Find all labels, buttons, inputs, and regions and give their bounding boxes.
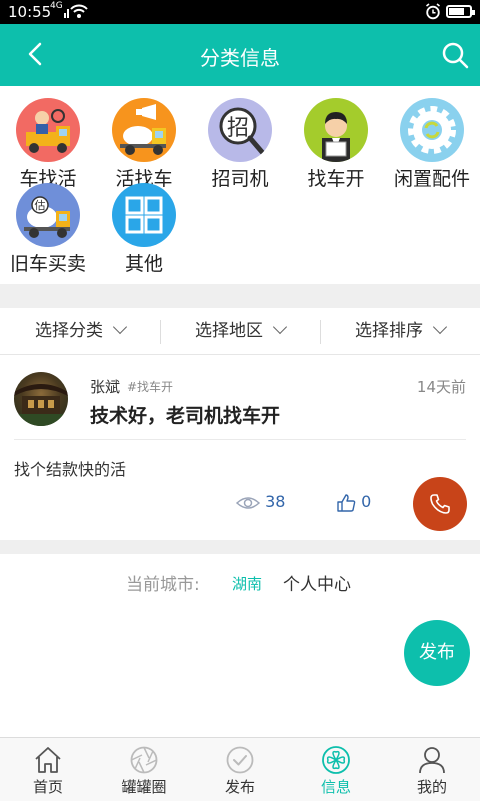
- filter-label: 选择排序: [355, 321, 423, 341]
- category-idle-parts[interactable]: 闲置配件: [384, 98, 480, 191]
- user-icon: [419, 747, 445, 774]
- chevron-down-icon: [272, 319, 288, 335]
- bottom-tab-bar: 首页 罐罐圈 发布 信息 我的: [0, 737, 480, 801]
- section-divider: [0, 540, 480, 554]
- aperture-icon: [130, 746, 158, 774]
- mixer-truck-megaphone-icon: [112, 98, 176, 162]
- filter-category-dropdown[interactable]: 选择分类: [0, 308, 160, 354]
- tab-publish[interactable]: 发布: [192, 738, 288, 801]
- filter-label: 选择分类: [35, 321, 103, 341]
- category-find-car-to-drive[interactable]: 找车开: [288, 98, 384, 191]
- page-title: 分类信息: [200, 46, 280, 70]
- home-icon: [35, 747, 61, 773]
- view-count: 38: [235, 492, 286, 514]
- view-count-value: 38: [265, 492, 286, 511]
- svg-text:估: 估: [35, 199, 46, 212]
- tab-label: 发布: [224, 778, 255, 796]
- tab-mine[interactable]: 我的: [384, 738, 480, 801]
- alarm-icon: [426, 3, 440, 20]
- network-type: 4G: [50, 1, 63, 11]
- post-card[interactable]: 张斌 #找车开 14天前 技术好，老司机找车开 找个结款快的活 38 0: [0, 355, 480, 540]
- search-icon[interactable]: [440, 40, 470, 70]
- post-tag[interactable]: #找车开: [127, 378, 173, 395]
- used-mixer-truck-icon: 估: [16, 183, 80, 247]
- category-hire-driver[interactable]: 招 招司机: [192, 98, 288, 191]
- category-label: 招司机: [211, 168, 269, 190]
- svg-text:招: 招: [227, 116, 249, 141]
- chevron-down-icon: [432, 319, 448, 335]
- post-username[interactable]: 张斌: [90, 376, 120, 397]
- category-label: 旧车买卖: [9, 253, 86, 275]
- grid-icon: [112, 183, 176, 247]
- publish-icon: [226, 746, 254, 774]
- like-button[interactable]: 0: [336, 492, 371, 514]
- personal-center-link[interactable]: 个人中心: [283, 570, 351, 595]
- tab-info[interactable]: 信息: [288, 738, 384, 801]
- tab-label: 我的: [416, 778, 447, 796]
- filter-sort-dropdown[interactable]: 选择排序: [320, 308, 480, 354]
- post-time: 14天前: [416, 378, 466, 396]
- current-city-link[interactable]: 湖南: [232, 573, 262, 594]
- avatar[interactable]: [14, 372, 68, 426]
- post-title[interactable]: 技术好，老司机找车开: [90, 401, 280, 428]
- category-used-car-trade[interactable]: 估 旧车买卖: [0, 183, 96, 276]
- chevron-down-icon: [112, 319, 128, 335]
- eye-icon: [235, 496, 261, 509]
- category-label: 找车开: [307, 168, 365, 190]
- post-content: 找个结款快的活: [14, 460, 127, 479]
- tab-label: 罐罐圈: [121, 778, 167, 796]
- hire-search-icon: 招: [208, 98, 272, 162]
- filter-bar: 选择分类 选择地区 选择排序: [0, 308, 480, 355]
- truck-mechanic-icon: [16, 98, 80, 162]
- call-button[interactable]: [413, 477, 467, 531]
- clock: 10:55: [8, 3, 52, 21]
- phone-icon: [430, 494, 450, 514]
- thumbs-up-icon: [337, 493, 356, 512]
- filter-label: 选择地区: [195, 321, 263, 341]
- top-app-bar: 分类信息: [0, 24, 480, 86]
- like-count: 0: [361, 492, 372, 511]
- category-grid: 车找活 活找车 招 招司机 找车开 闲置配件 估 旧车买卖 其他: [0, 86, 480, 284]
- current-city-label: 当前城市:: [126, 575, 200, 595]
- driver-job-icon: [304, 98, 368, 162]
- category-label: 闲置配件: [393, 168, 470, 190]
- gear-parts-icon: [400, 98, 464, 162]
- tab-circle[interactable]: 罐罐圈: [96, 738, 192, 801]
- section-divider: [0, 284, 480, 308]
- category-other[interactable]: 其他: [96, 183, 192, 276]
- divider: [14, 439, 466, 440]
- category-label: 其他: [124, 253, 163, 275]
- category-job-find-car[interactable]: 活找车: [96, 98, 192, 191]
- publish-fab[interactable]: 发布: [404, 620, 470, 686]
- category-car-find-job[interactable]: 车找活: [0, 98, 96, 191]
- tab-home[interactable]: 首页: [0, 738, 96, 801]
- info-clover-icon: [322, 746, 350, 774]
- tab-label: 信息: [320, 778, 351, 796]
- status-bar: 10:55 4G: [0, 0, 480, 24]
- battery-icon: [446, 5, 475, 18]
- filter-region-dropdown[interactable]: 选择地区: [160, 308, 320, 354]
- tab-label: 首页: [32, 778, 63, 796]
- wifi-icon: [70, 4, 88, 18]
